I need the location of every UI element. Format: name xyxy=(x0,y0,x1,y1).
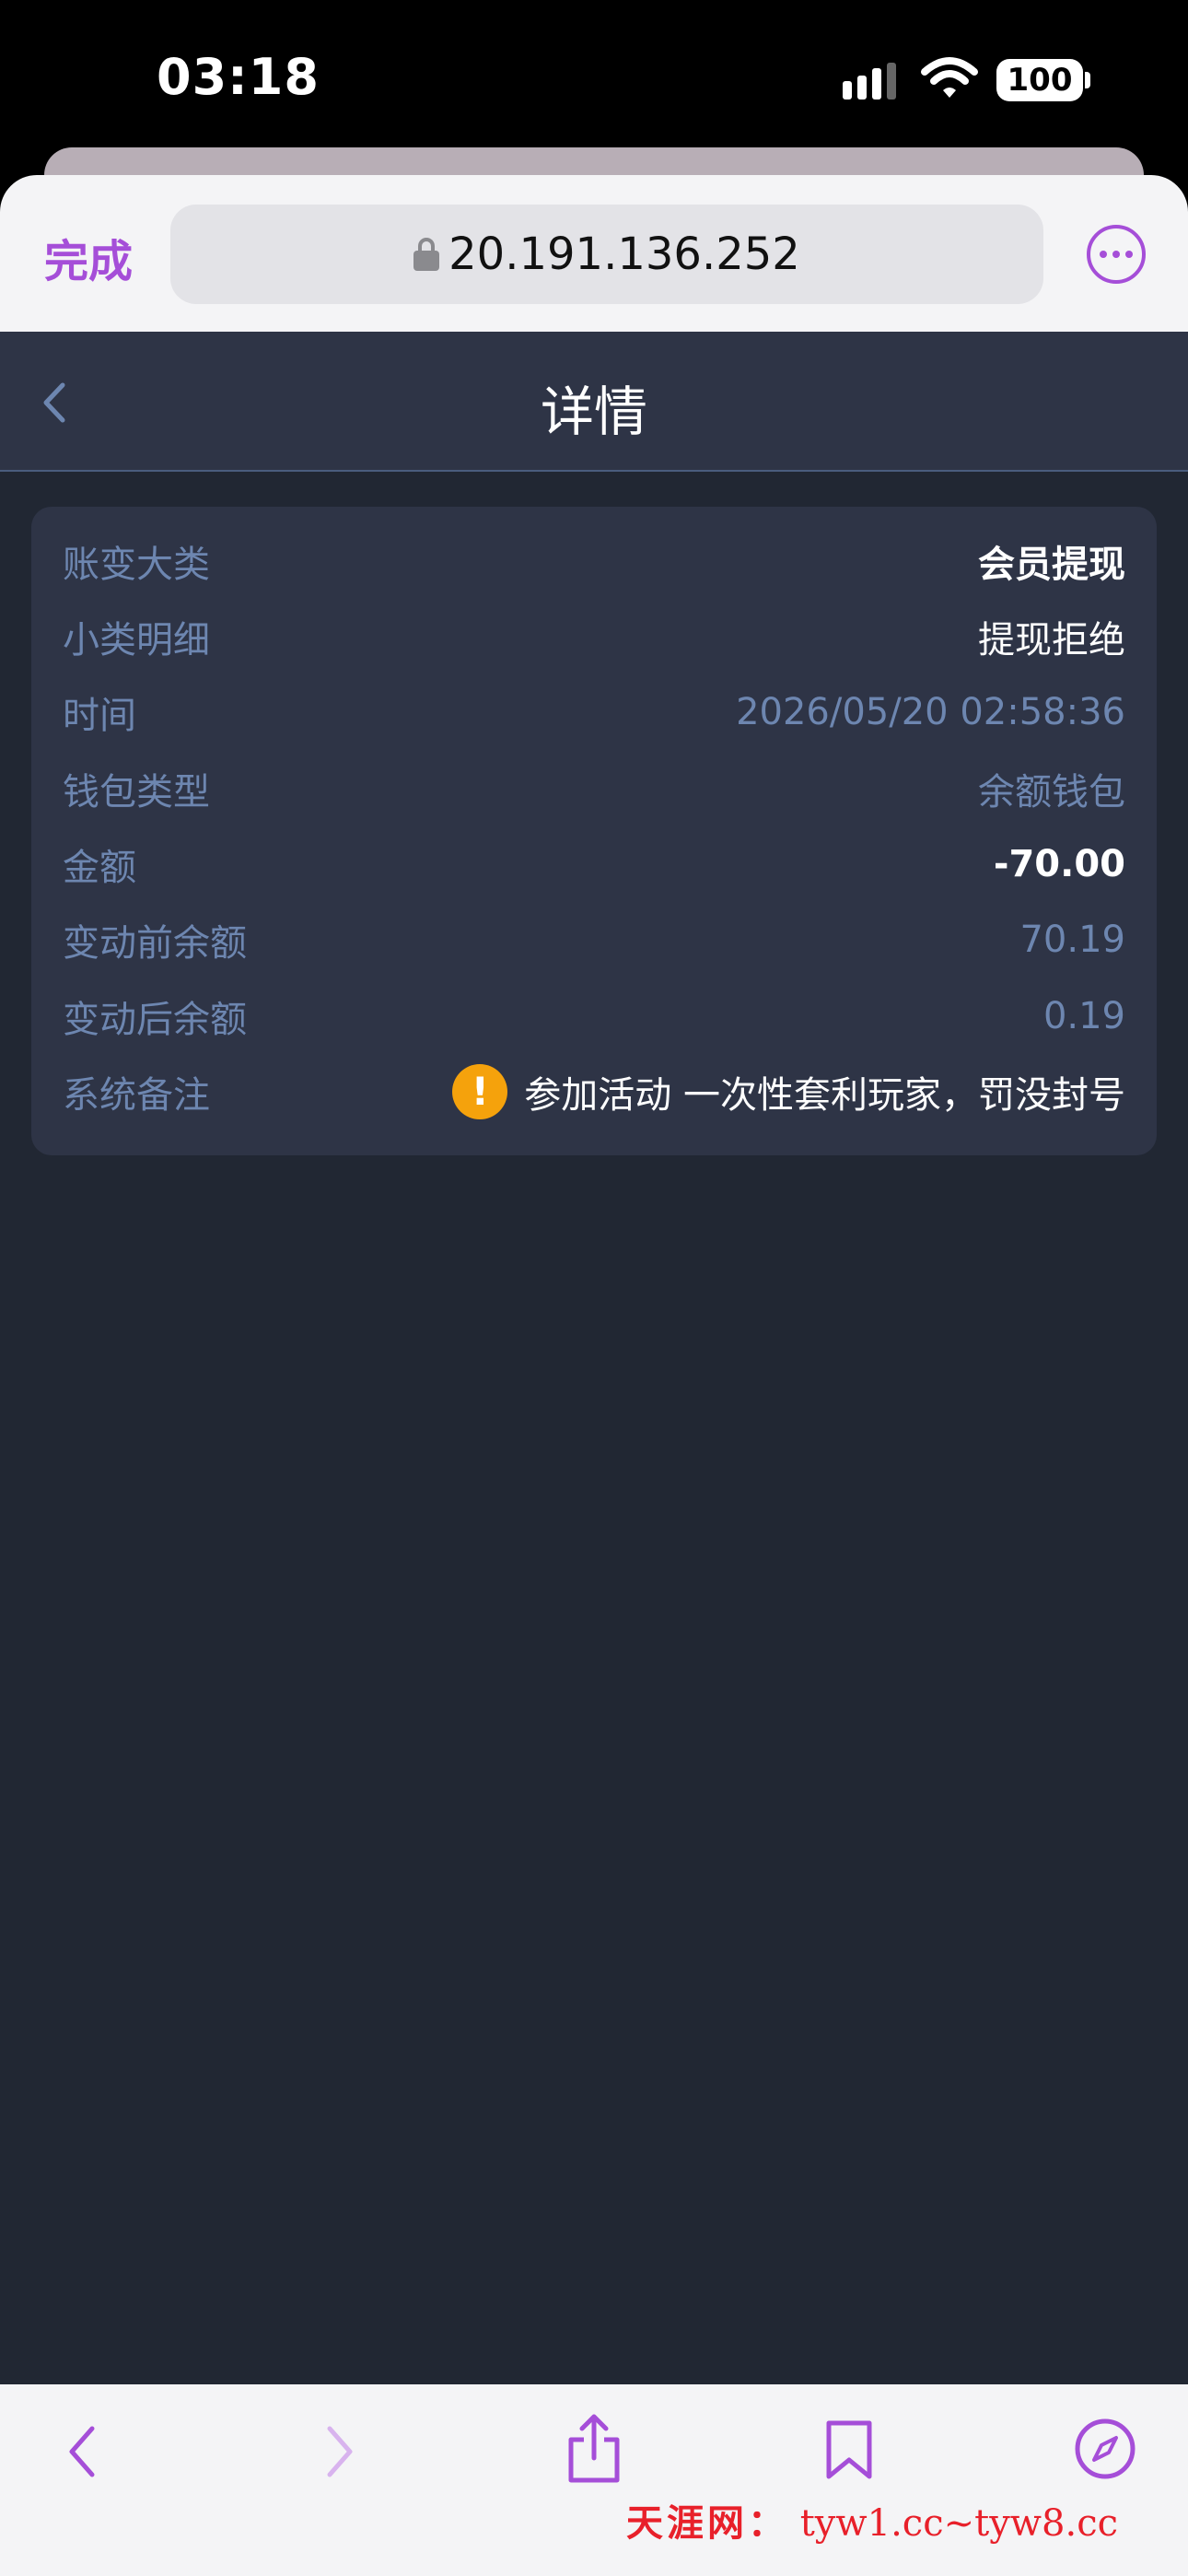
detail-label: 变动前余额 xyxy=(63,922,247,965)
detail-label: 变动后余额 xyxy=(63,999,247,1041)
detail-label: 系统备注 xyxy=(63,1074,210,1117)
detail-row-system-note: 系统备注 ! 参加活动 一次性套利玩家，罚没封号 xyxy=(63,1054,1125,1130)
url-text: 20.191.136.252 xyxy=(448,228,800,280)
status-time: 03:18 xyxy=(157,48,320,106)
more-icon-dot xyxy=(1100,251,1107,258)
page-content: 详情 账变大类 会员提现 小类明细 提现拒绝 时间 2026/05/20 02:… xyxy=(0,332,1188,2384)
detail-label: 小类明细 xyxy=(63,619,210,662)
more-options-button[interactable] xyxy=(1087,225,1146,284)
note-text: 参加活动 一次性套利玩家，罚没封号 xyxy=(524,1074,1125,1117)
detail-row-amount: 金额 -70.00 xyxy=(63,826,1125,902)
detail-value: 2026/05/20 02:58:36 xyxy=(736,691,1125,733)
detail-value: -70.00 xyxy=(993,843,1125,885)
warning-icon: ! xyxy=(452,1064,508,1119)
detail-row-balance-before: 变动前余额 70.19 xyxy=(63,902,1125,978)
detail-row-time: 时间 2026/05/20 02:58:36 xyxy=(63,674,1125,750)
share-icon[interactable] xyxy=(564,2412,624,2486)
detail-row-wallet-type: 钱包类型 余额钱包 xyxy=(63,751,1125,826)
detail-label: 钱包类型 xyxy=(63,771,210,814)
detail-value: 会员提现 xyxy=(978,544,1125,586)
detail-row-balance-after: 变动后余额 0.19 xyxy=(63,978,1125,1054)
status-bar: 03:18 100 xyxy=(0,0,1188,157)
url-bar[interactable]: 20.191.136.252 xyxy=(170,205,1043,304)
more-icon-dot xyxy=(1125,251,1133,258)
details-card: 账变大类 会员提现 小类明细 提现拒绝 时间 2026/05/20 02:58:… xyxy=(31,507,1157,1155)
signal-icon xyxy=(843,63,903,100)
done-button[interactable]: 完成 xyxy=(44,225,133,289)
back-icon[interactable] xyxy=(61,2421,107,2482)
battery-icon: 100 xyxy=(996,59,1083,101)
detail-row-subcategory: 小类明细 提现拒绝 xyxy=(63,599,1125,674)
detail-value: 70.19 xyxy=(1019,919,1125,961)
wifi-icon xyxy=(921,57,978,98)
detail-label: 时间 xyxy=(63,695,136,737)
compass-icon[interactable] xyxy=(1074,2418,1136,2480)
battery-cap xyxy=(1085,72,1090,88)
detail-row-category: 账变大类 会员提现 xyxy=(63,523,1125,599)
detail-value: 余额钱包 xyxy=(978,771,1125,814)
watermark: 天涯网： tyw1.cc~tyw8.cc xyxy=(626,2493,1118,2547)
nav-header: 详情 xyxy=(0,332,1188,472)
watermark-domains: tyw1.cc~tyw8.cc xyxy=(799,2502,1118,2545)
bookmark-icon[interactable] xyxy=(821,2418,877,2482)
more-icon-dot xyxy=(1112,251,1120,258)
detail-label: 金额 xyxy=(63,847,136,889)
watermark-name: 天涯网： xyxy=(626,2501,788,2545)
detail-value: 0.19 xyxy=(1042,995,1125,1037)
forward-icon[interactable] xyxy=(315,2421,361,2482)
page-title: 详情 xyxy=(540,381,647,443)
detail-value-note: ! 参加活动 一次性套利玩家，罚没封号 xyxy=(452,1064,1125,1119)
detail-value: 提现拒绝 xyxy=(978,619,1125,662)
detail-label: 账变大类 xyxy=(63,544,210,586)
lock-icon xyxy=(413,238,440,271)
